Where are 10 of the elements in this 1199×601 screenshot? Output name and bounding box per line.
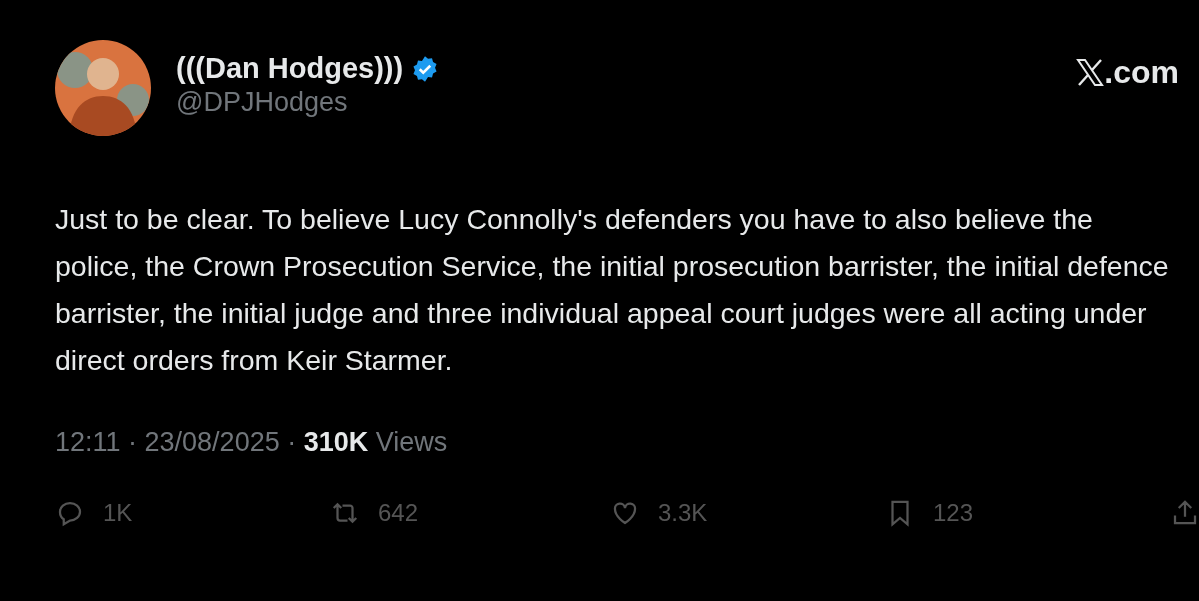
tweet-meta: 12:11 · 23/08/2025 · 310K Views <box>55 427 449 458</box>
x-logo-icon <box>1076 59 1105 86</box>
bookmark-button[interactable]: 123 <box>885 498 974 528</box>
author-handle[interactable]: @DPJHodges <box>176 87 440 118</box>
reply-button[interactable]: 1K <box>55 498 133 528</box>
retweet-button[interactable]: 642 <box>330 498 419 528</box>
site-label: .com <box>1104 54 1179 91</box>
author-name[interactable]: (((Dan Hodges))) <box>176 52 404 85</box>
like-button[interactable]: 3.3K <box>610 498 708 528</box>
tweet-text: Just to be clear. To believe Lucy Connolly's defenders you have to also believe the police, the Crown Prosecution Service, the initial prosecution barrister, the initial defence barrister, the initial judge and three individual appeal court judges were all acting under direct orders from Keir Starmer. <box>55 202 1170 378</box>
